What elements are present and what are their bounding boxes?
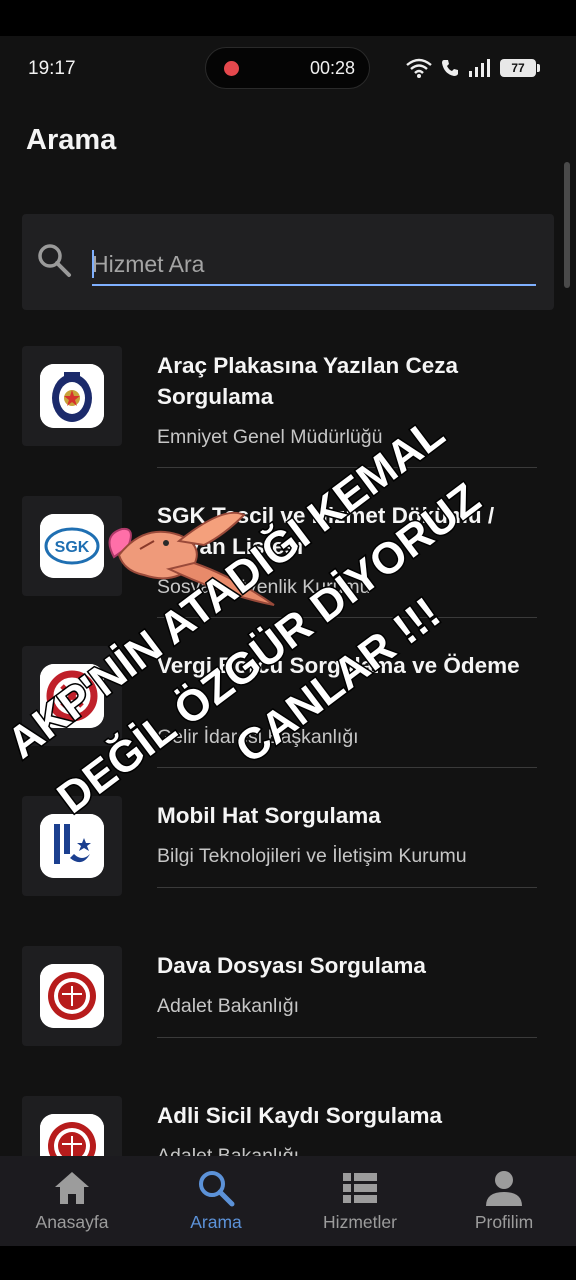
divider xyxy=(157,617,537,618)
divider xyxy=(157,467,537,468)
wifi-icon xyxy=(406,58,432,78)
nav-item-home[interactable]: Anasayfa xyxy=(0,1156,144,1246)
btk-logo-icon xyxy=(40,814,104,878)
app-screen: 19:17 77 00:28 Arama Hizmet Ara Araç Pla… xyxy=(0,0,576,1280)
list-item[interactable]: Araç Plakasına Yazılan Ceza Sorgulama Em… xyxy=(0,334,576,484)
search-icon xyxy=(38,244,71,277)
service-org: Emniyet Genel Müdürlüğü xyxy=(157,426,383,448)
home-icon xyxy=(55,1172,89,1204)
screen-recording-pill[interactable]: 00:28 xyxy=(205,47,370,89)
status-icons: 77 xyxy=(406,58,540,78)
justice-ministry-icon xyxy=(40,1114,104,1156)
service-org: Bilgi Teknolojileri ve İletişim Kurumu xyxy=(157,845,467,867)
nav-label: Hizmetler xyxy=(323,1212,397,1232)
service-title: Dava Dosyası Sorgulama xyxy=(157,953,426,978)
top-bezel xyxy=(0,0,576,36)
signal-icon xyxy=(469,59,490,77)
nav-label: Arama xyxy=(190,1212,242,1232)
battery-indicator: 77 xyxy=(500,59,540,77)
justice-ministry-icon xyxy=(40,964,104,1028)
service-org: Gelir İdaresi Başkanlığı xyxy=(157,726,359,748)
search-input[interactable] xyxy=(92,244,536,286)
call-icon xyxy=(442,60,458,76)
service-title: Adli Sicil Kaydı Sorgulama xyxy=(157,1103,443,1128)
service-list: Araç Plakasına Yazılan Ceza Sorgulama Em… xyxy=(0,334,576,1156)
list-item[interactable]: Dava Dosyası Sorgulama Adalet Bakanlığı xyxy=(0,934,576,1084)
service-org: Adalet Bakanlığı xyxy=(157,995,300,1017)
service-icon-box xyxy=(22,1096,122,1156)
nav-item-search[interactable]: Arama xyxy=(144,1156,288,1246)
text-caret xyxy=(92,250,94,278)
nav-label: Anasayfa xyxy=(35,1212,109,1232)
service-org: Adalet Bakanlığı xyxy=(157,1145,300,1156)
police-emblem-icon xyxy=(40,364,104,428)
gib-logo-icon xyxy=(40,664,104,728)
service-icon-box xyxy=(22,646,122,746)
bird-sticker-icon xyxy=(108,511,275,606)
list-item[interactable]: Mobil Hat Sorgulama Bilgi Teknolojileri … xyxy=(0,784,576,934)
divider xyxy=(157,1037,537,1038)
service-title: Araç Plakasına Yazılan Ceza Sorgulama xyxy=(157,353,459,409)
service-title: Vergi Borcu Sorgulama ve Ödeme xyxy=(157,653,520,678)
divider xyxy=(157,887,537,888)
search-icon xyxy=(199,1171,235,1207)
nav-label: Profilim xyxy=(474,1212,534,1232)
status-time: 19:17 xyxy=(28,58,76,79)
search-box[interactable] xyxy=(22,214,554,310)
service-icon-box xyxy=(22,946,122,1046)
recording-dot-icon xyxy=(224,61,239,76)
service-icon-box xyxy=(22,796,122,896)
page-title: Arama xyxy=(26,124,117,156)
scrollbar-thumb[interactable] xyxy=(564,162,570,288)
bottom-bezel xyxy=(0,1246,576,1280)
bottom-navigation: Anasayfa Arama Hizmetler Profilim xyxy=(0,1156,576,1246)
nav-item-services[interactable]: Hizmetler xyxy=(288,1156,432,1246)
recording-timer: 00:28 xyxy=(309,58,355,78)
list-item[interactable]: Adli Sicil Kaydı Sorgulama Adalet Bakanl… xyxy=(0,1084,576,1156)
divider xyxy=(157,767,537,768)
nav-item-profile[interactable]: Profilim xyxy=(432,1156,576,1246)
list-icon xyxy=(343,1173,377,1203)
service-title: Mobil Hat Sorgulama xyxy=(157,803,381,828)
service-icon-box xyxy=(22,346,122,446)
person-icon xyxy=(486,1171,522,1206)
list-item[interactable]: Vergi Borcu Sorgulama ve Ödeme Gelir İda… xyxy=(0,634,576,784)
